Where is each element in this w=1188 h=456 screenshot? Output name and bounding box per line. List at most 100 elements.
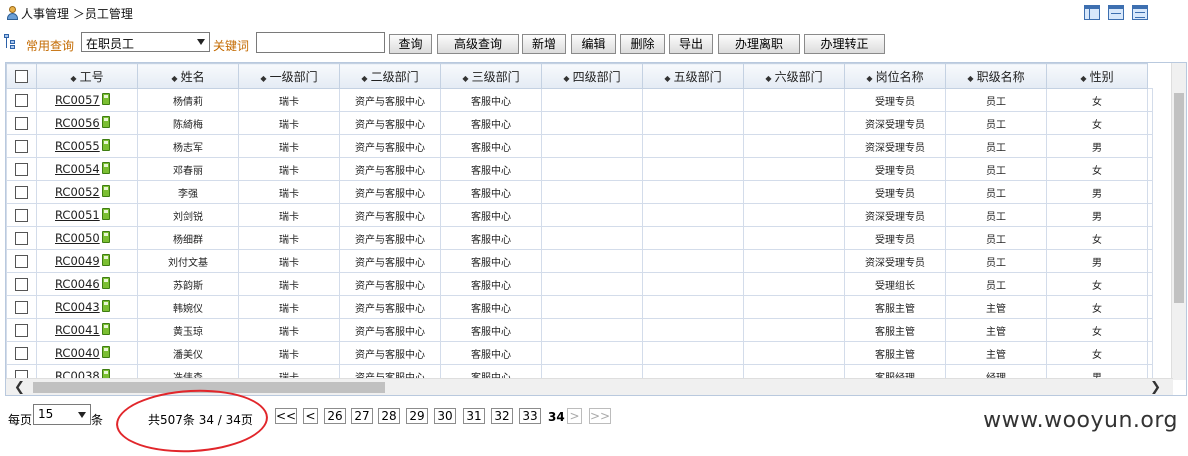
confirm-regular-button[interactable]: 办理转正 (804, 34, 885, 54)
mobile-phone-icon[interactable] (101, 185, 110, 197)
row-select-cell[interactable] (6, 157, 37, 181)
row-select-cell[interactable] (6, 203, 37, 227)
column-header[interactable]: ◆ 岗位名称 (844, 63, 946, 89)
table-row[interactable]: RC0043 韩婉仪 瑞卡 资产与客服中心 客服中心 客服主管 主管女 (6, 295, 1153, 319)
employee-id-cell[interactable]: RC0043 (36, 295, 138, 319)
row-checkbox[interactable] (15, 346, 28, 360)
column-header[interactable]: ◆ 六级部门 (743, 63, 845, 89)
row-select-cell[interactable] (6, 341, 37, 365)
resign-button[interactable]: 办理离职 (718, 34, 800, 54)
employee-id-link[interactable]: RC0046 (55, 277, 100, 291)
mobile-phone-icon[interactable] (101, 300, 110, 312)
table-row[interactable]: RC0051 刘剑锐 瑞卡 资产与客服中心 客服中心 资深受理专员 员工男 (6, 203, 1153, 227)
mobile-phone-icon[interactable] (101, 277, 110, 289)
employee-id-link[interactable]: RC0054 (55, 162, 100, 176)
column-header[interactable]: ◆ 一级部门 (238, 63, 340, 89)
column-header[interactable]: ◆ 职级名称 (945, 63, 1047, 89)
row-checkbox[interactable] (15, 300, 28, 314)
row-select-cell[interactable] (6, 272, 37, 296)
add-button[interactable]: 新增 (522, 34, 566, 54)
column-header[interactable]: ◆ 四级部门 (541, 63, 643, 89)
mobile-phone-icon[interactable] (101, 116, 110, 128)
table-row[interactable]: RC0050 杨细群 瑞卡 资产与客服中心 客服中心 受理专员 员工女 (6, 226, 1153, 250)
page-button[interactable]: 27 (351, 408, 373, 424)
query-button[interactable]: 查询 (389, 34, 432, 54)
org-tree-icon[interactable] (4, 34, 18, 50)
employee-id-cell[interactable]: RC0050 (36, 226, 138, 250)
select-all-checkbox[interactable] (15, 70, 28, 83)
keyword-input[interactable] (256, 32, 385, 53)
delete-button[interactable]: 删除 (620, 34, 665, 54)
row-checkbox[interactable] (15, 93, 28, 107)
row-select-cell[interactable] (6, 318, 37, 342)
column-header[interactable]: ◆ 工号 (36, 63, 138, 89)
row-checkbox[interactable] (15, 116, 28, 130)
employee-id-cell[interactable]: RC0057 (36, 88, 138, 112)
employee-id-cell[interactable]: RC0049 (36, 249, 138, 273)
table-row[interactable]: RC0056 陈綺梅 瑞卡 资产与客服中心 客服中心 资深受理专员 员工女 (6, 111, 1153, 135)
layout-full-icon[interactable] (1132, 5, 1148, 20)
employee-id-link[interactable]: RC0055 (55, 139, 100, 153)
scroll-left-icon[interactable]: ❮ (14, 380, 25, 395)
mobile-phone-icon[interactable] (101, 139, 110, 151)
employee-id-cell[interactable]: RC0052 (36, 180, 138, 204)
prev-page-button[interactable]: < (303, 408, 318, 424)
mobile-phone-icon[interactable] (101, 323, 110, 335)
employee-id-cell[interactable]: RC0054 (36, 157, 138, 181)
page-button[interactable]: 28 (378, 408, 400, 424)
row-select-cell[interactable] (6, 180, 37, 204)
row-checkbox[interactable] (15, 185, 28, 199)
column-header[interactable]: ◆ 性别 (1046, 63, 1148, 89)
employee-id-link[interactable]: RC0043 (55, 300, 100, 314)
column-header[interactable]: ◆ 姓名 (137, 63, 239, 89)
row-select-cell[interactable] (6, 88, 37, 112)
employee-id-link[interactable]: RC0040 (55, 346, 100, 360)
column-header[interactable]: ◆ 五级部门 (642, 63, 744, 89)
page-button[interactable]: 26 (324, 408, 346, 424)
edit-button[interactable]: 编辑 (571, 34, 616, 54)
employee-id-cell[interactable]: RC0055 (36, 134, 138, 158)
mobile-phone-icon[interactable] (101, 346, 110, 358)
row-checkbox[interactable] (15, 139, 28, 153)
table-row[interactable]: RC0041 黄玉琼 瑞卡 资产与客服中心 客服中心 客服主管 主管女 (6, 318, 1153, 342)
employee-id-cell[interactable]: RC0046 (36, 272, 138, 296)
export-button[interactable]: 导出 (669, 34, 713, 54)
mobile-phone-icon[interactable] (101, 254, 110, 266)
employee-id-link[interactable]: RC0057 (55, 93, 100, 107)
next-page-button[interactable]: > (567, 408, 582, 424)
advanced-query-button[interactable]: 高级查询 (437, 34, 519, 54)
employee-id-cell[interactable]: RC0041 (36, 318, 138, 342)
vertical-scrollbar[interactable] (1171, 63, 1186, 380)
table-row[interactable]: RC0054 邓春丽 瑞卡 资产与客服中心 客服中心 受理专员 员工女 (6, 157, 1153, 181)
employee-id-link[interactable]: RC0041 (55, 323, 100, 337)
table-row[interactable]: RC0055 杨志军 瑞卡 资产与客服中心 客服中心 资深受理专员 员工男 (6, 134, 1153, 158)
mobile-phone-icon[interactable] (101, 93, 110, 105)
employee-id-link[interactable]: RC0050 (55, 231, 100, 245)
employee-id-link[interactable]: RC0049 (55, 254, 100, 268)
employee-id-cell[interactable]: RC0040 (36, 341, 138, 365)
per-page-select[interactable]: 15 (33, 404, 91, 425)
page-button[interactable]: 31 (463, 408, 485, 424)
page-button[interactable]: 29 (406, 408, 428, 424)
table-row[interactable]: RC0049 刘付文基 瑞卡 资产与客服中心 客服中心 资深受理专员 员工男 (6, 249, 1153, 273)
table-row[interactable]: RC0040 潘美仪 瑞卡 资产与客服中心 客服中心 客服主管 主管女 (6, 341, 1153, 365)
row-checkbox[interactable] (15, 231, 28, 245)
employee-id-link[interactable]: RC0056 (55, 116, 100, 130)
layout-sidebar-icon[interactable] (1084, 5, 1100, 20)
layout-split-icon[interactable] (1108, 5, 1124, 20)
row-select-cell[interactable] (6, 249, 37, 273)
row-checkbox[interactable] (15, 323, 28, 337)
page-button[interactable]: 30 (434, 408, 456, 424)
employee-id-cell[interactable]: RC0056 (36, 111, 138, 135)
employee-status-select[interactable]: 在职员工 (81, 32, 210, 52)
horizontal-scrollbar[interactable]: ❮ ❯ (6, 378, 1173, 395)
mobile-phone-icon[interactable] (101, 208, 110, 220)
first-page-button[interactable]: << (275, 408, 297, 424)
row-checkbox[interactable] (15, 162, 28, 176)
select-all-cell[interactable] (6, 63, 37, 89)
page-button[interactable]: 33 (519, 408, 541, 424)
employee-id-link[interactable]: RC0052 (55, 185, 100, 199)
employee-id-link[interactable]: RC0051 (55, 208, 100, 222)
row-select-cell[interactable] (6, 226, 37, 250)
vertical-scroll-thumb[interactable] (1174, 93, 1184, 303)
